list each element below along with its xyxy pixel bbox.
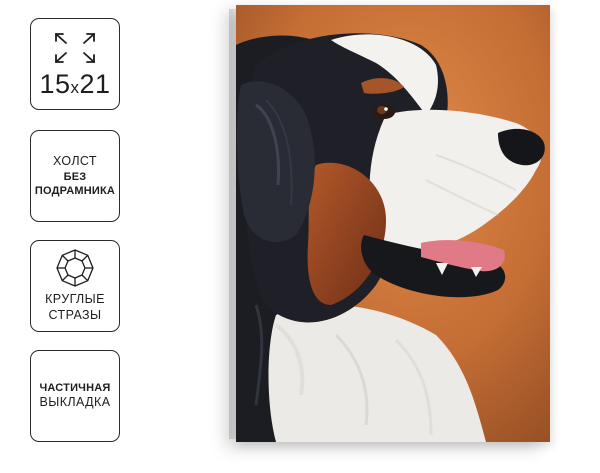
layout-label-line1: ЧАСТИЧНАЯ (39, 382, 111, 395)
layout-badge: ЧАСТИЧНАЯ ВЫКЛАДКА (30, 350, 120, 442)
canvas-label-line2: БЕЗ (63, 170, 87, 183)
stones-label-line2: СТРАЗЫ (48, 308, 102, 322)
stones-badge: КРУГЛЫЕ СТРАЗЫ (30, 240, 120, 332)
canvas-label-line1: ХОЛСТ (53, 153, 97, 168)
round-gem-icon (56, 249, 94, 288)
dog-painting (236, 5, 550, 442)
size-label: 15x21 (39, 68, 111, 99)
layout-label-line2: ВЫКЛАДКА (39, 395, 111, 410)
canvas-label-line3: ПОДРАМНИКА (34, 184, 116, 197)
canvas-badge: ХОЛСТ БЕЗ ПОДРАМНИКА (30, 130, 120, 222)
size-badge: 15x21 (30, 18, 120, 110)
expand-arrows-icon (55, 32, 95, 63)
stones-label-line1: КРУГЛЫЕ (45, 292, 105, 307)
